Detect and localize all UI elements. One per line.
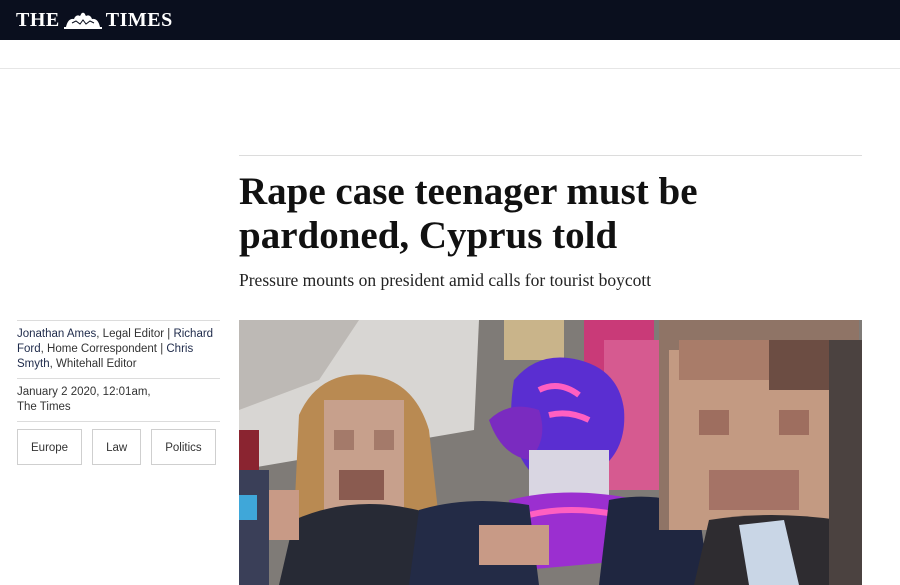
dateline: January 2 2020, 12:01am, The Times <box>17 379 220 421</box>
logo-text-right: TIMES <box>105 8 173 31</box>
headline-top-rule <box>239 155 862 156</box>
article-sidebar: Jonathan Ames, Legal Editor | Richard Fo… <box>17 320 220 465</box>
royal-crest-icon <box>63 12 102 29</box>
lead-photo <box>239 320 862 585</box>
tag-politics[interactable]: Politics <box>151 429 216 465</box>
logo[interactable]: THE TIMES <box>16 9 173 32</box>
tag-law[interactable]: Law <box>92 429 142 465</box>
lead-photo-image <box>239 320 862 585</box>
article-headline: Rape case teenager must be pardoned, Cyp… <box>239 170 698 257</box>
publication-source: The Times <box>17 401 71 413</box>
navigation-divider <box>0 68 900 69</box>
author-role: , Legal Editor | <box>96 328 174 340</box>
author-role: , Home Correspondent | <box>40 343 167 355</box>
masthead: THE TIMES <box>0 0 900 40</box>
author-role: , Whitehall Editor <box>49 358 137 370</box>
tag-europe[interactable]: Europe <box>17 429 83 465</box>
byline: Jonathan Ames, Legal Editor | Richard Fo… <box>17 321 220 378</box>
topic-tags: Europe Law Politics <box>17 429 220 465</box>
article-standfirst: Pressure mounts on president amid calls … <box>239 270 652 290</box>
sidebar-divider <box>17 421 220 422</box>
publish-date: January 2 2020, 12:01am, <box>17 386 151 398</box>
author-link[interactable]: Jonathan Ames <box>17 328 96 340</box>
logo-text-left: THE <box>16 8 60 31</box>
